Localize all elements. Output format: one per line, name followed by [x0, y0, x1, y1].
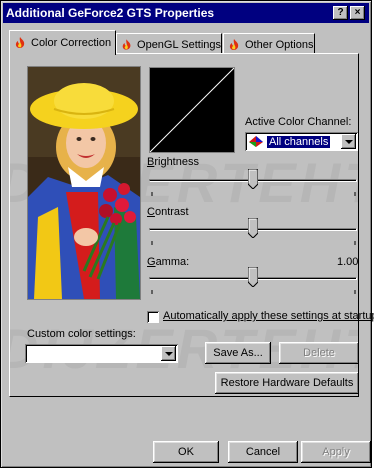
properties-dialog: Additional GeForce2 GTS Properties ? × C…	[0, 0, 374, 468]
color-curve-display	[149, 67, 235, 153]
save-as-label: Save As...	[213, 347, 263, 359]
window-title: Additional GeForce2 GTS Properties	[6, 6, 215, 20]
tab-label: Other Options	[245, 38, 314, 51]
active-channel-label: Active Color Channel:	[245, 116, 352, 128]
gamma-label: Gamma:	[147, 256, 190, 268]
dropdown-arrow-icon[interactable]	[341, 134, 356, 149]
save-as-button[interactable]: Save As...	[205, 342, 271, 364]
tab-other-options[interactable]: Other Options	[223, 33, 315, 55]
close-button[interactable]: ×	[350, 6, 365, 20]
apply-label: Apply	[322, 446, 350, 458]
auto-apply-checkbox[interactable]	[147, 311, 159, 323]
restore-defaults-label: Restore Hardware Defaults	[220, 377, 354, 389]
nvidia-fire-icon	[229, 38, 239, 50]
dropdown-arrow-icon[interactable]	[161, 346, 176, 361]
delete-label: Delete	[303, 347, 335, 359]
custom-settings-label: Custom color settings:	[27, 328, 136, 340]
nvidia-fire-icon	[15, 37, 25, 49]
brightness-ticks	[151, 192, 356, 196]
help-button[interactable]: ?	[333, 6, 348, 20]
channel-value: All channels	[265, 134, 332, 149]
contrast-ticks	[151, 241, 356, 245]
delete-button[interactable]: Delete	[279, 342, 359, 364]
channel-selection: All channels	[248, 134, 332, 149]
gamma-value: 1.00	[337, 256, 359, 268]
brightness-label: Brightness	[147, 156, 199, 168]
contrast-label: Contrast	[147, 206, 189, 218]
preview-photo	[27, 66, 141, 300]
ok-button[interactable]: OK	[153, 441, 219, 463]
cancel-button[interactable]: Cancel	[228, 441, 298, 463]
rgb-channels-icon	[249, 136, 263, 147]
tab-opengl-settings[interactable]: OpenGL Settings	[116, 33, 222, 55]
nvidia-fire-icon	[122, 38, 131, 50]
brightness-slider-thumb[interactable]	[247, 168, 259, 190]
tab-label: OpenGL Settings	[137, 38, 221, 51]
apply-button[interactable]: Apply	[301, 441, 371, 463]
tab-label: Color Correction	[31, 37, 112, 49]
restore-defaults-button[interactable]: Restore Hardware Defaults	[215, 372, 359, 394]
tab-color-correction[interactable]: Color Correction	[9, 30, 116, 55]
active-channel-select[interactable]: All channels	[245, 132, 358, 151]
woman-with-flowers-image	[28, 67, 140, 299]
brightness-label-rest: rightness	[154, 156, 199, 168]
title-bar[interactable]: Additional GeForce2 GTS Properties ? ×	[3, 3, 369, 23]
cancel-label: Cancel	[245, 446, 281, 458]
custom-settings-select[interactable]	[25, 344, 178, 363]
gamma-slider-thumb[interactable]	[247, 266, 259, 288]
auto-apply-label[interactable]: Automatically apply these settings at st…	[163, 310, 374, 322]
ok-label: OK	[178, 446, 194, 458]
contrast-slider-thumb[interactable]	[247, 217, 259, 239]
gamma-curve	[149, 67, 235, 153]
gamma-ticks	[151, 290, 356, 294]
